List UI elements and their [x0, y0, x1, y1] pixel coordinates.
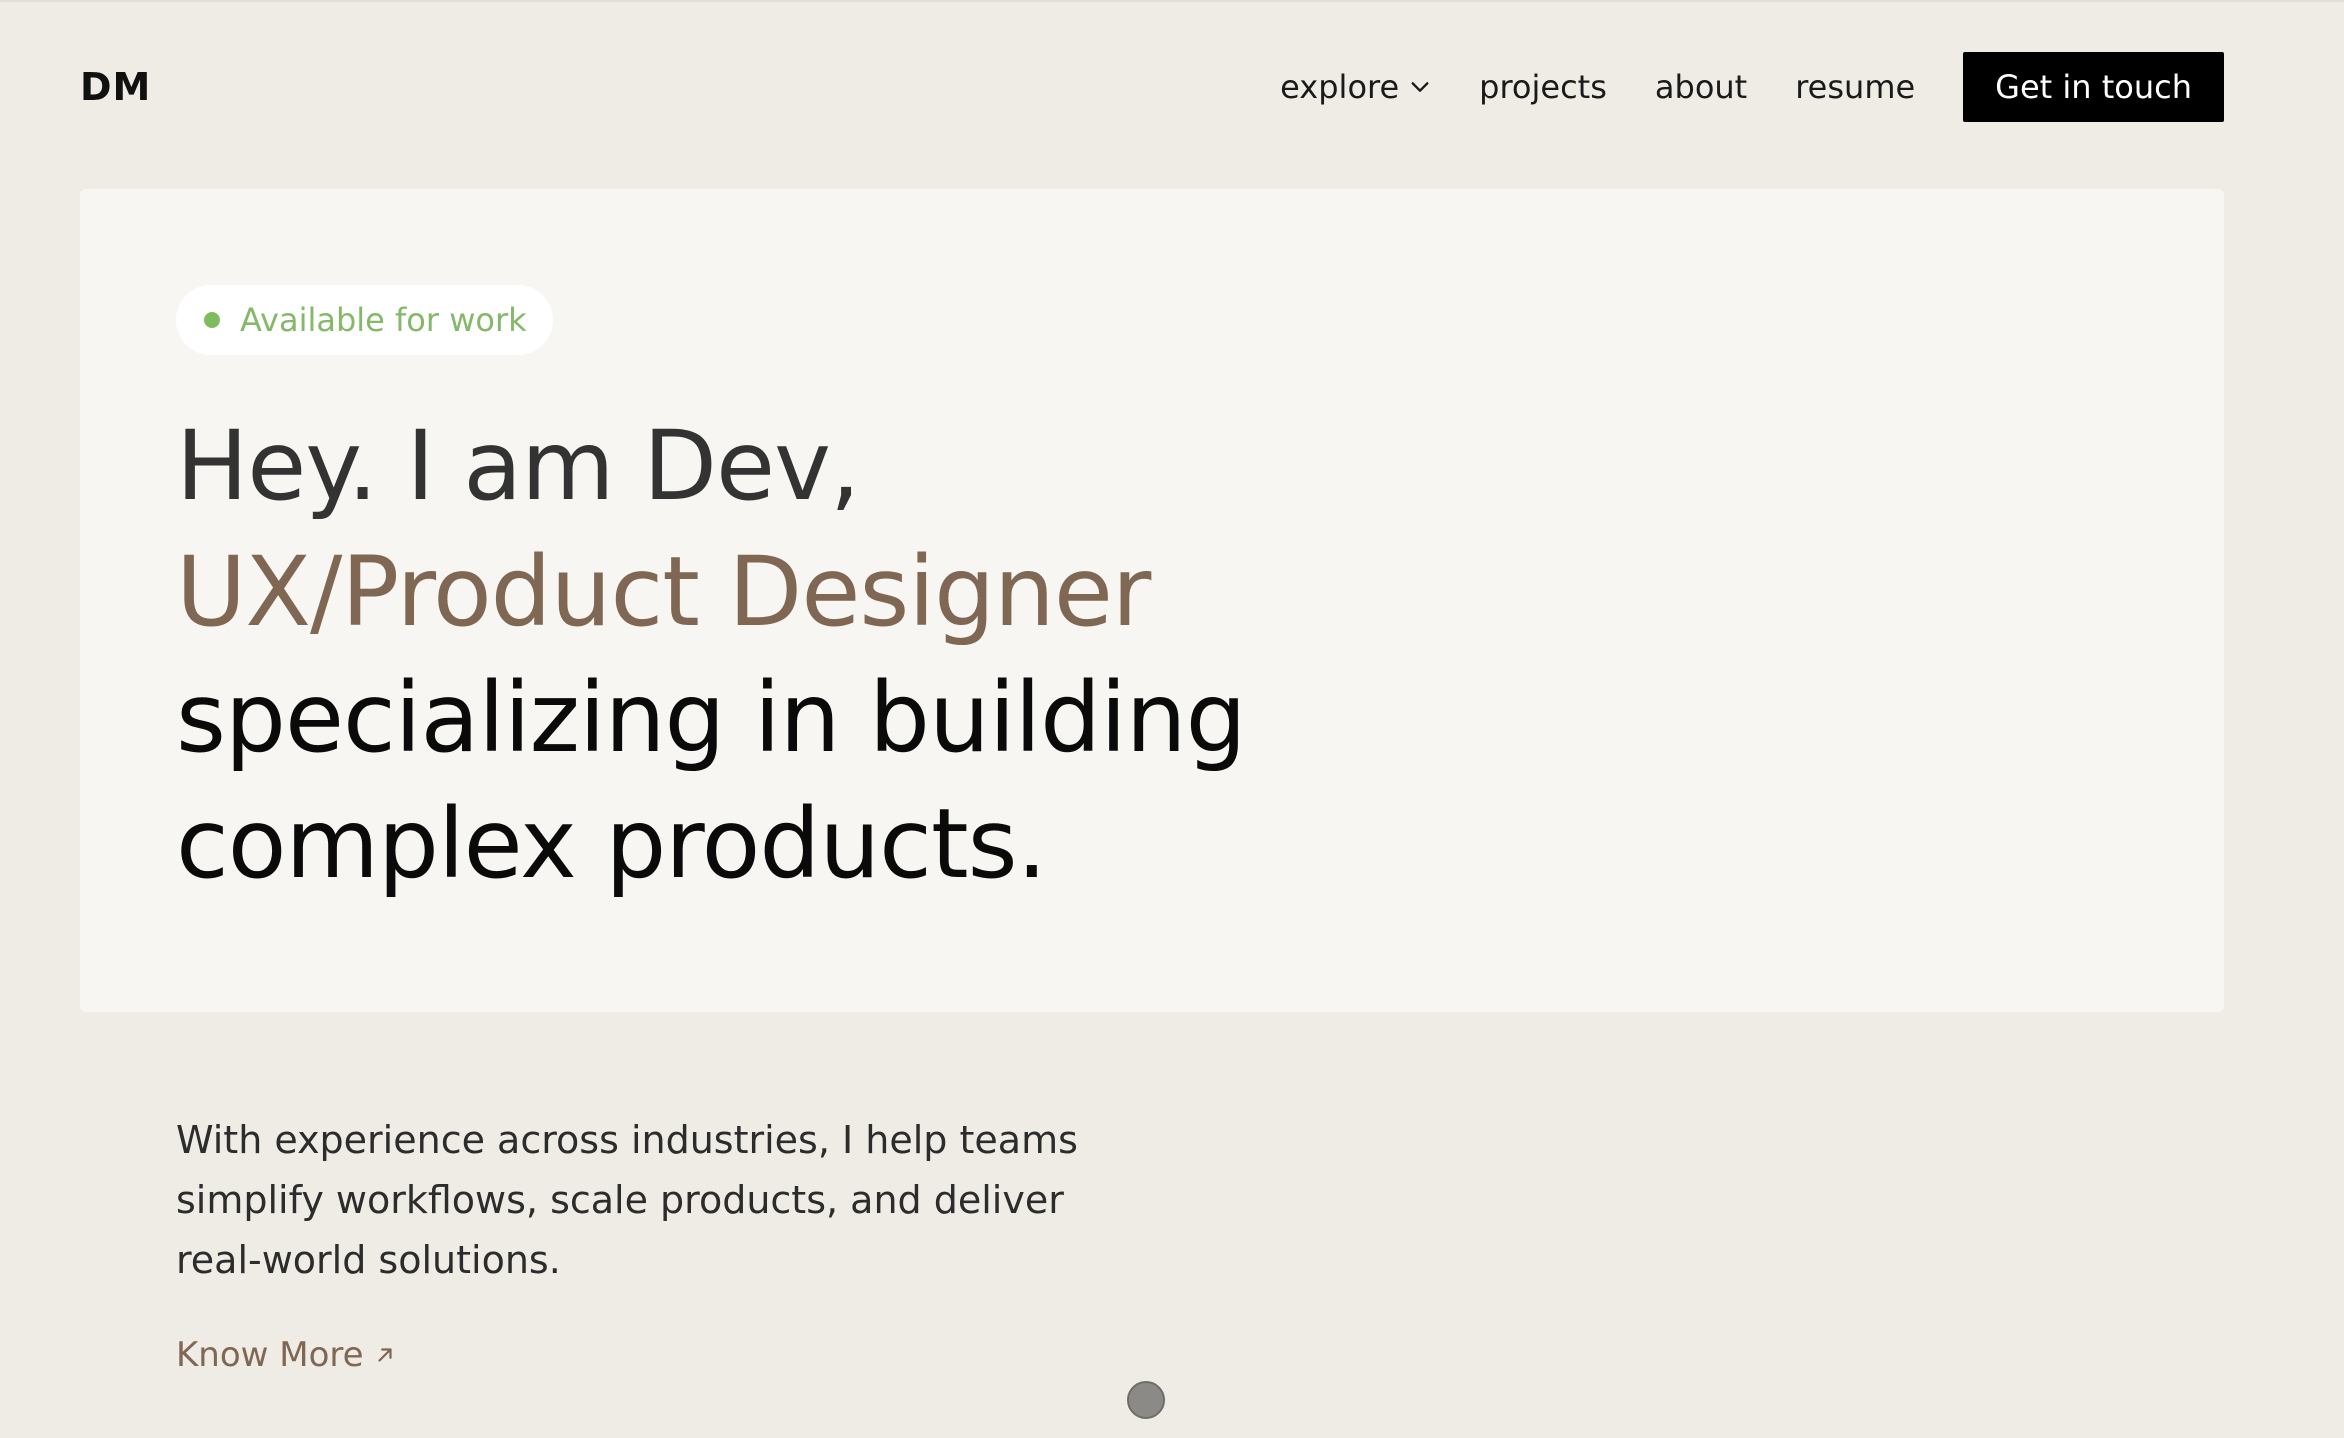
chevron-down-icon: [1411, 82, 1429, 92]
nav-explore[interactable]: explore: [1280, 52, 1431, 122]
headline-specialty-1: specializing in building: [176, 662, 1247, 774]
hero-headline: Hey. I am Dev, UX/Product Designer speci…: [176, 403, 1576, 907]
nav-explore-label: explore: [1280, 68, 1400, 106]
get-in-touch-button[interactable]: Get in touch: [1963, 52, 2224, 122]
nav-resume[interactable]: resume: [1795, 52, 1915, 122]
main-nav: explore projects about resume Get in tou…: [1280, 52, 2224, 122]
headline-specialty-2: complex products.: [176, 788, 1047, 900]
arrow-up-right-icon: [377, 1348, 392, 1362]
availability-label: Available for work: [240, 301, 527, 339]
intro-paragraph: With experience across industries, I hel…: [176, 1118, 1078, 1282]
know-more-link[interactable]: Know More: [176, 1335, 396, 1375]
cursor-indicator: [1127, 1381, 1165, 1419]
availability-badge: Available for work: [176, 285, 553, 355]
status-dot-icon: [204, 312, 220, 328]
top-border: [0, 0, 2344, 2]
nav-about[interactable]: about: [1655, 52, 1747, 122]
headline-greeting: Hey. I am Dev,: [176, 410, 860, 522]
hero-card: Available for work Hey. I am Dev, UX/Pro…: [80, 189, 2224, 1012]
logo[interactable]: DM: [80, 64, 151, 110]
nav-projects[interactable]: projects: [1479, 52, 1607, 122]
headline-role: UX/Product Designer: [176, 536, 1151, 648]
know-more-label: Know More: [176, 1335, 364, 1375]
